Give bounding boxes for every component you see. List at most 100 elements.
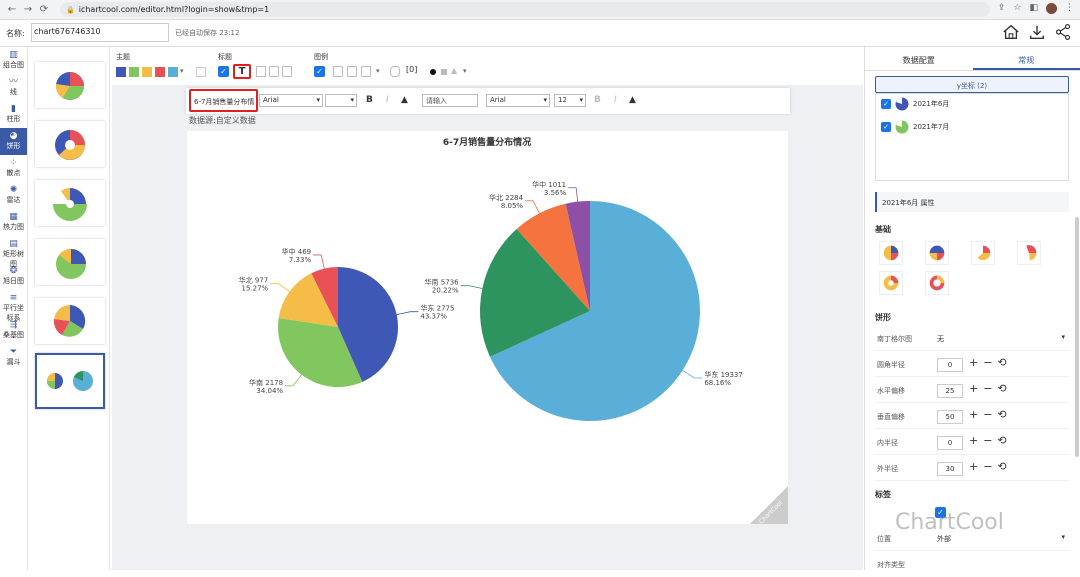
title-text-input[interactable]: 6-7月销售量分布情 xyxy=(189,89,258,112)
align-right-icon[interactable] xyxy=(282,66,292,77)
legend-visible-checkbox[interactable]: ✓ xyxy=(314,66,325,77)
tab-general[interactable]: 常规 xyxy=(973,47,1080,70)
prop-value-input[interactable]: 25 xyxy=(937,384,963,398)
subtitle-italic-button[interactable]: I xyxy=(614,95,617,105)
subtitle-size-select[interactable]: 12▾ xyxy=(554,94,586,107)
share-icon[interactable] xyxy=(1054,23,1072,41)
marker-triangle-icon[interactable]: ▲ xyxy=(451,66,461,76)
nav-item-sunburst[interactable]: ❂旭日图 xyxy=(0,263,27,290)
title-size-select[interactable]: ▾ xyxy=(325,94,357,107)
nav-item-sankey[interactable]: ⇶桑基图 xyxy=(0,317,27,344)
subtitle-bold-button[interactable]: B xyxy=(594,95,601,105)
nav-item-funnel[interactable]: ⏷漏斗 xyxy=(0,344,27,371)
heatmap-icon: ▦ xyxy=(0,212,27,222)
prop-label: 圆角半径 xyxy=(877,360,905,370)
nav-item-heatmap[interactable]: ▦热力图 xyxy=(0,209,27,236)
chart-canvas: 6-7月销售量分布情况华东 277543.37%华南 217834.04%华北 … xyxy=(187,131,788,524)
chart-name-input[interactable]: chart676746310 xyxy=(31,23,169,42)
data-source-label: 数据源:自定义数据 xyxy=(189,115,256,126)
nav-item-line[interactable]: 〰线 xyxy=(0,74,27,101)
align-left-icon[interactable] xyxy=(256,66,266,77)
pie-style-option[interactable] xyxy=(925,271,949,295)
autosave-status: 已经自动保存 23:12 xyxy=(175,28,239,38)
stepper-controls[interactable]: +−⟲ xyxy=(969,382,1012,395)
template-thumb[interactable] xyxy=(35,298,105,344)
italic-button[interactable]: I xyxy=(386,95,389,105)
legend-orient-icon[interactable]: [0] xyxy=(406,65,416,75)
theme-blank-swatch[interactable] xyxy=(196,67,206,77)
theme-color-swatch[interactable] xyxy=(129,67,139,77)
nav-item-pie[interactable]: ◕饼形 xyxy=(0,128,27,155)
profile-avatar[interactable] xyxy=(1046,3,1057,14)
back-icon[interactable]: ← xyxy=(4,4,20,15)
marker-dropdown-icon[interactable]: ▾ xyxy=(463,67,473,77)
pie-style-option[interactable] xyxy=(971,241,995,265)
legend-shape-icon[interactable] xyxy=(390,66,400,77)
legend-pos-icon[interactable] xyxy=(333,66,343,77)
stepper-controls[interactable]: +−⟲ xyxy=(969,434,1012,447)
theme-dropdown-icon[interactable]: ▾ xyxy=(180,67,184,77)
pie-style-option[interactable] xyxy=(1017,241,1041,265)
nav-item-bar[interactable]: ▮柱形 xyxy=(0,101,27,128)
theme-color-swatch[interactable] xyxy=(142,67,152,77)
marker-circle-icon[interactable] xyxy=(430,69,436,75)
series-checkbox[interactable]: ✓ xyxy=(881,99,891,109)
nav-item-scatter[interactable]: ⁘散点 xyxy=(0,155,27,182)
forward-icon[interactable]: → xyxy=(20,4,36,15)
nav-item-treemap[interactable]: ▤矩形树图 xyxy=(0,236,27,263)
nav-item-parallel[interactable]: ≡平行坐标系 xyxy=(0,290,27,317)
template-thumb[interactable] xyxy=(35,62,105,108)
legend-pos3-icon[interactable] xyxy=(361,66,371,77)
tab-data-config[interactable]: 数据配置 xyxy=(865,47,973,70)
prop-select[interactable]: 无 xyxy=(937,332,1067,346)
bookmark-star-icon[interactable]: ☆ xyxy=(1013,3,1021,14)
pie-style-option[interactable] xyxy=(879,271,903,295)
theme-color-swatch[interactable] xyxy=(168,67,178,77)
subtitle-color-icon[interactable]: ▲ xyxy=(629,95,636,105)
legend-dropdown-icon[interactable]: ▾ xyxy=(376,67,386,77)
prop-label: 内半径 xyxy=(877,438,898,448)
bold-button[interactable]: B xyxy=(366,95,373,105)
pie-style-option[interactable] xyxy=(925,241,949,265)
nav-item-combo[interactable]: ▥组合图 xyxy=(0,47,27,74)
share-icon[interactable]: ⇪ xyxy=(998,3,1006,14)
theme-color-swatch[interactable] xyxy=(155,67,165,77)
subtitle-input[interactable]: 请输入 xyxy=(422,94,478,107)
panel-scrollbar[interactable] xyxy=(1075,217,1079,457)
marker-square-icon[interactable] xyxy=(441,69,447,75)
pie-style-option[interactable] xyxy=(879,241,903,265)
align-center-icon[interactable] xyxy=(269,66,279,77)
series-item[interactable]: ✓ 2021年6月 xyxy=(881,97,949,111)
home-icon[interactable] xyxy=(1002,23,1020,41)
stepper-controls[interactable]: +−⟲ xyxy=(969,356,1012,369)
template-thumb-selected[interactable] xyxy=(35,353,105,409)
prop-value-input[interactable]: 50 xyxy=(937,410,963,424)
stepper-controls[interactable]: +−⟲ xyxy=(969,460,1012,473)
prop-value-input[interactable]: 0 xyxy=(937,358,963,372)
prop-value-input[interactable]: 0 xyxy=(937,436,963,450)
series-checkbox[interactable]: ✓ xyxy=(881,122,891,132)
title-visible-checkbox[interactable]: ✓ xyxy=(218,66,229,77)
title-font-select[interactable]: Arial▾ xyxy=(259,94,323,107)
nav-item-radar[interactable]: ✺雷达 xyxy=(0,182,27,209)
sidepanel-icon[interactable]: ◧ xyxy=(1029,3,1038,14)
stepper-controls[interactable]: +−⟲ xyxy=(969,408,1012,421)
template-thumb[interactable] xyxy=(35,239,105,285)
prop-row: 内半径 0 +−⟲ xyxy=(875,431,1069,455)
template-thumb[interactable] xyxy=(35,180,105,226)
template-thumb[interactable] xyxy=(35,121,105,167)
subtitle-font-select[interactable]: Arial▾ xyxy=(486,94,550,107)
slice-label: 华北 977 xyxy=(239,275,269,284)
download-icon[interactable] xyxy=(1028,23,1046,41)
reload-icon[interactable]: ⟳ xyxy=(36,4,52,15)
menu-dots-icon[interactable]: ⋮ xyxy=(1065,3,1074,14)
legend-pos2-icon[interactable] xyxy=(347,66,357,77)
title-text-button[interactable]: T xyxy=(233,64,251,79)
prop-value-input[interactable]: 30 xyxy=(937,462,963,476)
text-color-icon[interactable]: ▲ xyxy=(401,95,408,105)
y-axis-button[interactable]: y坐标 (2) xyxy=(875,76,1069,93)
slice-label: 华北 2284 xyxy=(489,193,524,202)
address-bar[interactable]: 🔒 ichartcool.com/editor.html?login=show&… xyxy=(60,2,990,17)
series-item[interactable]: ✓ 2021年7月 xyxy=(881,120,949,134)
theme-color-swatch[interactable] xyxy=(116,67,126,77)
